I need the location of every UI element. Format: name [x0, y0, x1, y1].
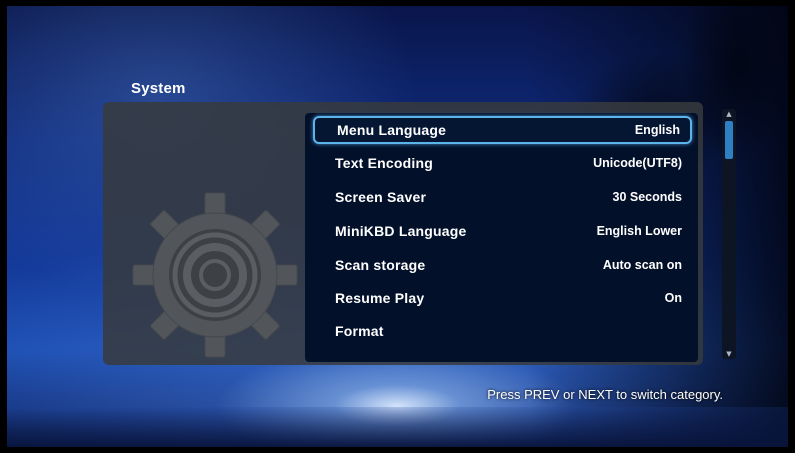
menu-item-text-encoding[interactable]: Text Encoding Unicode(UTF8)	[313, 149, 692, 177]
menu-item-value: Unicode(UTF8)	[593, 156, 682, 170]
triangle-up-icon[interactable]: ▲	[722, 110, 736, 118]
menu-item-value: 30 Seconds	[612, 190, 682, 204]
menu-item-value: English Lower	[596, 224, 682, 238]
menu-item-scan-storage[interactable]: Scan storage Auto scan on	[313, 251, 692, 279]
menu-item-label: Screen Saver	[335, 189, 427, 205]
menu-item-value: On	[664, 291, 682, 305]
menu-item-label: MiniKBD Language	[335, 223, 467, 239]
menu-item-menu-language[interactable]: Menu Language English	[313, 116, 692, 144]
sea-horizon	[7, 407, 788, 447]
menu-item-format[interactable]: Format	[313, 317, 692, 345]
menu-item-value: English	[634, 123, 680, 137]
navigation-hint: Press PREV or NEXT to switch category.	[487, 387, 723, 402]
menu-item-label: Text Encoding	[335, 155, 434, 171]
scrollbar[interactable]: ▲ ▼	[722, 109, 736, 359]
gear-icon	[130, 190, 300, 360]
scroll-thumb[interactable]	[725, 121, 733, 159]
settings-list: Menu Language English Text Encoding Unic…	[305, 113, 698, 362]
menu-item-resume-play[interactable]: Resume Play On	[313, 284, 692, 312]
menu-item-screen-saver[interactable]: Screen Saver 30 Seconds	[313, 183, 692, 211]
menu-item-label: Resume Play	[335, 290, 425, 306]
page-title: System	[131, 80, 186, 97]
triangle-down-icon[interactable]: ▼	[722, 350, 736, 358]
menu-item-label: Scan storage	[335, 257, 426, 273]
menu-item-label: Format	[335, 323, 384, 339]
menu-item-label: Menu Language	[337, 122, 447, 138]
menu-item-minikbd-language[interactable]: MiniKBD Language English Lower	[313, 217, 692, 245]
menu-item-value: Auto scan on	[602, 258, 682, 272]
